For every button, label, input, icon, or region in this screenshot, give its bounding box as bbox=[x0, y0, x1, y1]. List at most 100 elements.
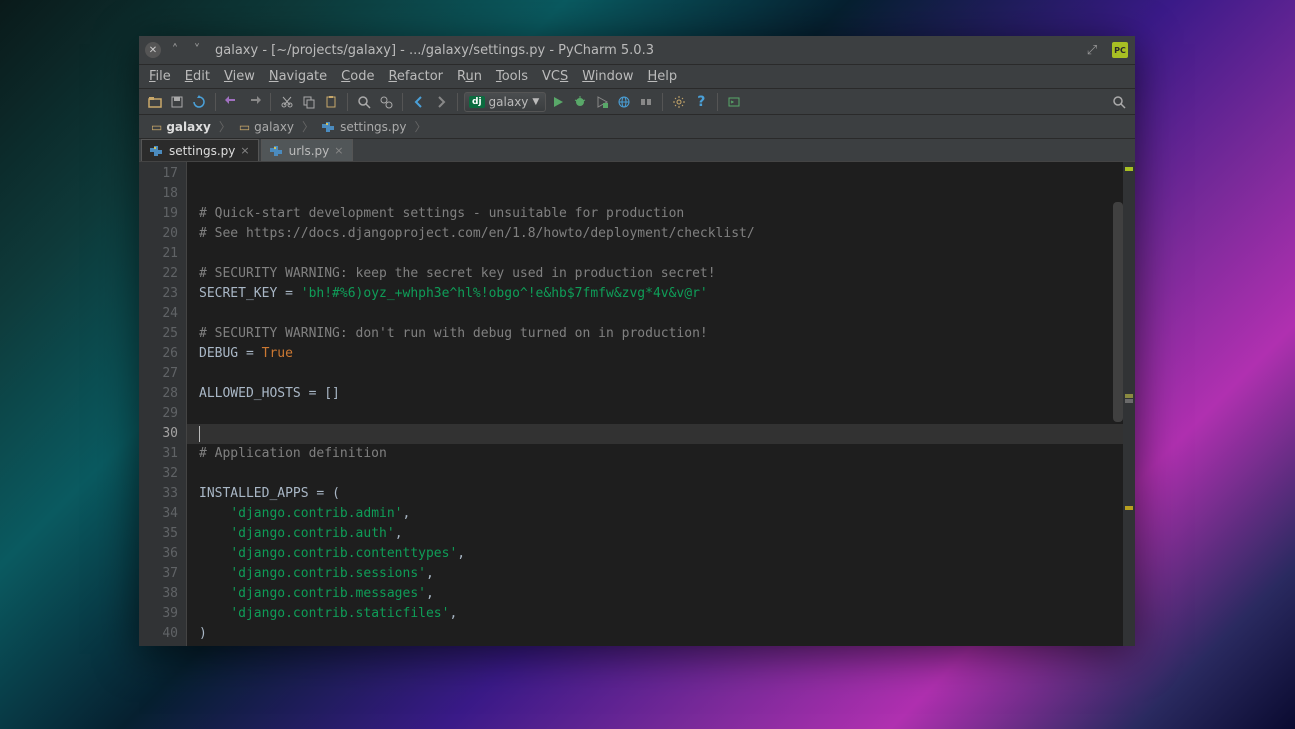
menu-tools[interactable]: Tools bbox=[490, 67, 534, 86]
tab-label: urls.py bbox=[289, 144, 330, 158]
dropdown-arrow-icon: ▼ bbox=[532, 97, 539, 107]
close-tab-icon[interactable]: × bbox=[240, 144, 249, 157]
breadcrumb-file[interactable]: settings.py bbox=[316, 118, 412, 136]
cut-icon[interactable] bbox=[277, 92, 297, 112]
replace-icon[interactable] bbox=[376, 92, 396, 112]
breadcrumb-folder[interactable]: ▭ galaxy bbox=[233, 118, 300, 136]
code-line[interactable] bbox=[199, 464, 1123, 484]
menu-view[interactable]: View bbox=[218, 67, 261, 86]
menu-run[interactable]: Run bbox=[451, 67, 488, 86]
editor-area: 1718192021222324252627282930313233343536… bbox=[139, 162, 1135, 646]
close-tab-icon[interactable]: × bbox=[334, 144, 343, 157]
tab-urls-py[interactable]: urls.py × bbox=[261, 139, 353, 161]
menu-vcs[interactable]: VCS bbox=[536, 67, 574, 86]
marker-bar[interactable] bbox=[1123, 162, 1135, 646]
line-number-gutter[interactable]: 1718192021222324252627282930313233343536… bbox=[139, 162, 187, 646]
python-file-icon bbox=[150, 144, 164, 158]
copy-icon[interactable] bbox=[299, 92, 319, 112]
forward-icon[interactable] bbox=[431, 92, 451, 112]
marker[interactable] bbox=[1125, 394, 1133, 398]
menu-edit[interactable]: Edit bbox=[179, 67, 216, 86]
code-line[interactable]: 'django.contrib.staticfiles', bbox=[199, 604, 1123, 624]
collapse-icon[interactable]: ⤢ bbox=[1083, 41, 1101, 59]
breadcrumbs: ▭ galaxy 〉 ▭ galaxy 〉 settings.py 〉 bbox=[139, 115, 1135, 139]
pycharm-window: ✕ ˄ ˅ galaxy - [~/projects/galaxy] - ...… bbox=[139, 36, 1135, 646]
code-line[interactable]: SECRET_KEY = 'bh!#%6)oyz_+whph3e^hl%!obg… bbox=[199, 284, 1123, 304]
code-line[interactable]: ) bbox=[199, 624, 1123, 644]
undo-icon[interactable] bbox=[222, 92, 242, 112]
breadcrumb-sep-icon: 〉 bbox=[414, 118, 426, 135]
code-line[interactable]: 'django.contrib.auth', bbox=[199, 524, 1123, 544]
folder-icon: ▭ bbox=[151, 120, 162, 134]
pycharm-logo-icon: PC bbox=[1111, 41, 1129, 59]
folder-icon: ▭ bbox=[239, 120, 250, 134]
back-icon[interactable] bbox=[409, 92, 429, 112]
titlebar: ✕ ˄ ˅ galaxy - [~/projects/galaxy] - ...… bbox=[139, 36, 1135, 65]
code-line[interactable]: 'django.contrib.messages', bbox=[199, 584, 1123, 604]
code-line[interactable]: ALLOWED_HOSTS = [] bbox=[199, 384, 1123, 404]
code-line[interactable] bbox=[199, 364, 1123, 384]
redo-icon[interactable] bbox=[244, 92, 264, 112]
refresh-icon[interactable] bbox=[189, 92, 209, 112]
marker[interactable] bbox=[1125, 506, 1133, 510]
code-line[interactable]: 'django.contrib.sessions', bbox=[199, 564, 1123, 584]
python-console-icon[interactable] bbox=[724, 92, 744, 112]
breadcrumb-sep-icon: 〉 bbox=[302, 118, 314, 135]
python-file-icon bbox=[322, 120, 336, 134]
settings-icon[interactable] bbox=[669, 92, 689, 112]
menu-refactor[interactable]: Refactor bbox=[382, 67, 449, 86]
editor-tabs: settings.py × urls.py × bbox=[139, 139, 1135, 162]
menu-navigate[interactable]: Navigate bbox=[263, 67, 333, 86]
code-line[interactable] bbox=[199, 304, 1123, 324]
code-line[interactable]: INSTALLED_APPS = ( bbox=[199, 484, 1123, 504]
code-line[interactable]: # SECURITY WARNING: keep the secret key … bbox=[199, 264, 1123, 284]
save-icon[interactable] bbox=[167, 92, 187, 112]
marker[interactable] bbox=[1125, 399, 1133, 403]
tab-settings-py[interactable]: settings.py × bbox=[141, 139, 259, 161]
code-line[interactable] bbox=[199, 184, 1123, 204]
tab-label: settings.py bbox=[169, 144, 235, 158]
code-line[interactable] bbox=[199, 164, 1123, 184]
code-line[interactable] bbox=[199, 424, 1123, 444]
code-editor[interactable]: # Quick-start development settings - uns… bbox=[187, 162, 1123, 646]
code-line[interactable] bbox=[199, 404, 1123, 424]
run-config-selector[interactable]: dj galaxy ▼ bbox=[464, 92, 546, 112]
breadcrumb-sep-icon: 〉 bbox=[219, 118, 231, 135]
code-line[interactable]: # SECURITY WARNING: don't run with debug… bbox=[199, 324, 1123, 344]
paste-icon[interactable] bbox=[321, 92, 341, 112]
chevron-down-icon[interactable]: ˅ bbox=[189, 43, 205, 58]
marker[interactable] bbox=[1125, 167, 1133, 171]
chevron-up-icon[interactable]: ˄ bbox=[167, 43, 183, 58]
browser-icon[interactable] bbox=[614, 92, 634, 112]
menu-code[interactable]: Code bbox=[335, 67, 380, 86]
code-line[interactable]: 'django.contrib.contenttypes', bbox=[199, 544, 1123, 564]
breadcrumb-label: galaxy bbox=[166, 120, 210, 134]
debug-icon[interactable] bbox=[570, 92, 590, 112]
code-line[interactable]: # Application definition bbox=[199, 444, 1123, 464]
help-icon[interactable]: ? bbox=[691, 92, 711, 112]
menu-help[interactable]: Help bbox=[642, 67, 684, 86]
open-icon[interactable] bbox=[145, 92, 165, 112]
toolbar: dj galaxy ▼ ? bbox=[139, 89, 1135, 115]
python-file-icon bbox=[270, 144, 284, 158]
run-config-label: galaxy bbox=[489, 95, 529, 109]
stop-icon[interactable] bbox=[636, 92, 656, 112]
close-window-button[interactable]: ✕ bbox=[145, 42, 161, 58]
menubar: File Edit View Navigate Code Refactor Ru… bbox=[139, 65, 1135, 89]
code-line[interactable]: DEBUG = True bbox=[199, 344, 1123, 364]
menu-file[interactable]: File bbox=[143, 67, 177, 86]
breadcrumb-label: galaxy bbox=[254, 120, 294, 134]
menu-window[interactable]: Window bbox=[576, 67, 639, 86]
code-line[interactable]: 'django.contrib.admin', bbox=[199, 504, 1123, 524]
breadcrumb-label: settings.py bbox=[340, 120, 406, 134]
find-icon[interactable] bbox=[354, 92, 374, 112]
run-icon[interactable] bbox=[548, 92, 568, 112]
code-line[interactable]: # Quick-start development settings - uns… bbox=[199, 204, 1123, 224]
django-badge-icon: dj bbox=[469, 96, 485, 108]
code-line[interactable]: # See https://docs.djangoproject.com/en/… bbox=[199, 224, 1123, 244]
window-title: galaxy - [~/projects/galaxy] - .../galax… bbox=[215, 43, 654, 58]
breadcrumb-root[interactable]: ▭ galaxy bbox=[145, 118, 217, 136]
code-line[interactable] bbox=[199, 244, 1123, 264]
coverage-icon[interactable] bbox=[592, 92, 612, 112]
search-everywhere-icon[interactable] bbox=[1109, 92, 1129, 112]
